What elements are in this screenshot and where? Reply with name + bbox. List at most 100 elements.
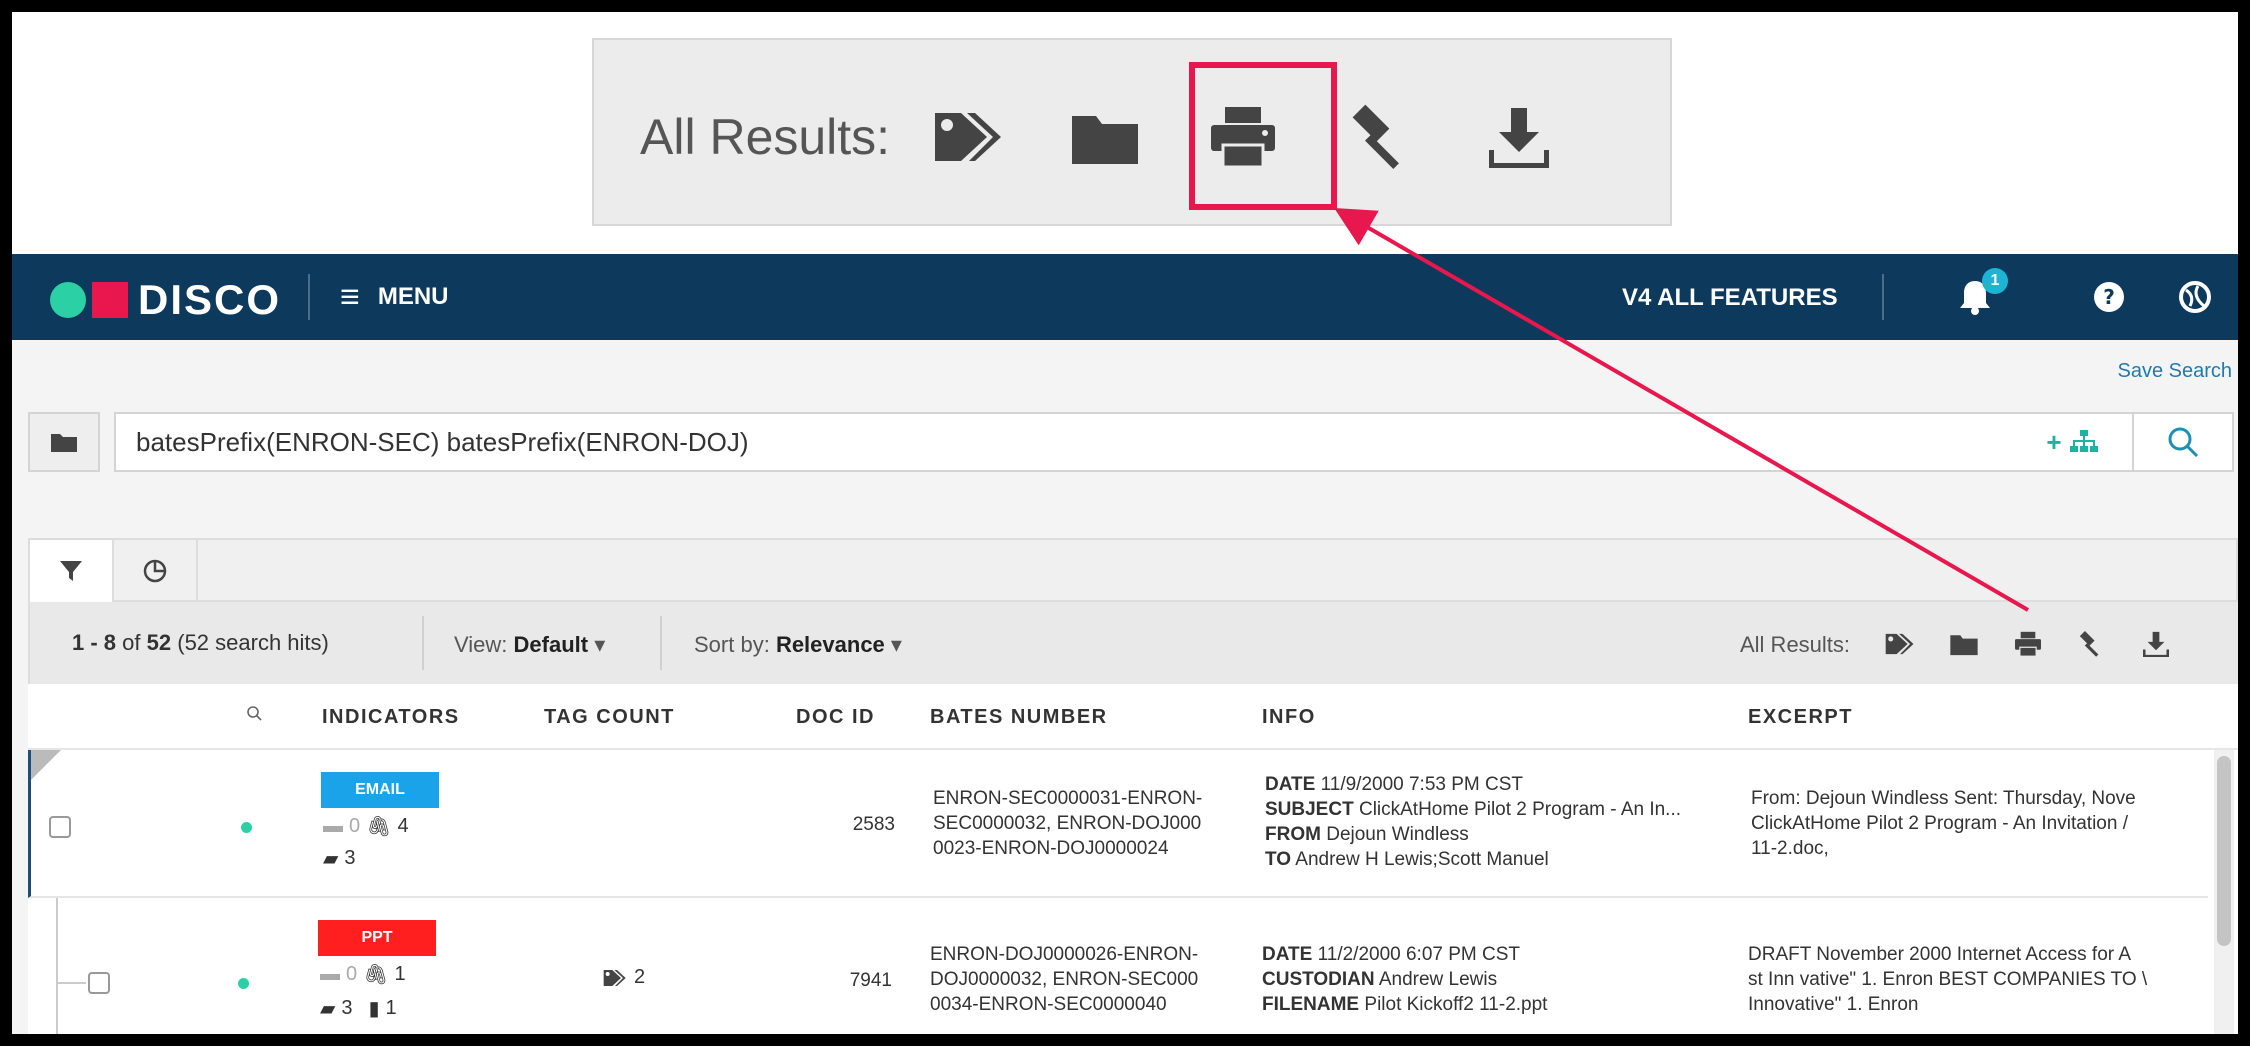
info-value: Dejoun Windless — [1326, 824, 1469, 845]
bates-number: ENRON-DOJ0000026-ENRON- DOJ0000032, ENRO… — [930, 942, 1198, 1017]
sort-label: Sort by: — [694, 632, 770, 657]
folder-count: 3 — [344, 847, 356, 869]
search-button[interactable] — [2132, 414, 2232, 470]
excerpt-line: From: Dejoun Windless Sent: Thursday, No… — [1751, 788, 2136, 809]
info-value: Pilot Kickoff2 11-2.ppt — [1364, 994, 1548, 1015]
scrollbar-thumb[interactable] — [2217, 756, 2231, 946]
account-button[interactable] — [2172, 274, 2218, 320]
header-divider-2 — [1882, 274, 1884, 320]
print-all-button[interactable] — [2006, 622, 2050, 666]
folder-icon — [51, 434, 77, 452]
results-toolbar: 1 - 8 of 52 (52 search hits) View: Defau… — [28, 602, 2238, 684]
comment-icon: ▬ — [320, 963, 340, 985]
folder-open-icon: ▰ — [323, 848, 339, 870]
folder-icon — [1950, 635, 1978, 656]
help-button[interactable]: ? — [2086, 274, 2132, 320]
col-excerpt[interactable]: EXCERPT — [1748, 706, 1853, 729]
all-results-label: All Results: — [1740, 632, 1851, 657]
status-dot — [238, 978, 249, 989]
download-icon[interactable] — [1474, 92, 1564, 182]
features-link[interactable]: V4 ALL FEATURES — [1622, 284, 1838, 312]
toolbar-divider — [422, 616, 424, 670]
col-tag-count[interactable]: TAG COUNT — [544, 706, 675, 729]
attachment-count: 1 — [394, 963, 406, 985]
disco-logo[interactable]: DISCO — [50, 276, 281, 324]
gavel-icon — [2079, 631, 2099, 657]
row-checkbox[interactable] — [88, 972, 110, 994]
doc-excerpt: From: Dejoun Windless Sent: Thursday, No… — [1751, 786, 2191, 861]
excerpt-line: Innovative" 1. Enron — [1748, 994, 1919, 1015]
info-value: 11/9/2000 7:53 PM CST — [1320, 774, 1524, 795]
tags-icon — [603, 969, 626, 986]
toolbar-divider-2 — [660, 616, 662, 670]
row-checkbox[interactable] — [49, 816, 71, 838]
menu-button[interactable]: ≡ MENU — [340, 280, 449, 314]
info-label: FILENAME — [1262, 994, 1360, 1015]
doc-info: DATE 11/2/2000 6:07 PM CST CUSTODIAN And… — [1262, 942, 1547, 1017]
search-bar[interactable]: batesPrefix(ENRON-SEC) batesPrefix(ENRON… — [114, 412, 2234, 472]
print-icon — [2015, 631, 2041, 657]
results-of: of — [122, 630, 141, 655]
folder-all-button[interactable] — [1942, 622, 1986, 666]
screenshot-frame: All Results: DISCO ≡ MENU V4 ALL FEATURE… — [12, 12, 2238, 1034]
search-folder-button[interactable] — [28, 412, 100, 472]
results-hits: (52 search hits) — [177, 630, 329, 655]
main-content: Save Search batesPrefix(ENRON-SEC) bates… — [12, 340, 2238, 1034]
search-column-icon[interactable] — [246, 704, 262, 727]
bates-line: ENRON-DOJ0000026-ENRON- — [930, 944, 1199, 965]
status-dot — [241, 822, 252, 833]
row-indicators: ▬ 0 🖇 4 — [323, 814, 409, 839]
sort-dropdown[interactable]: Sort by: Relevance ▾ — [694, 632, 902, 658]
top-navigation-bar: DISCO ≡ MENU V4 ALL FEATURES 1 ? — [12, 254, 2238, 340]
info-label: SUBJECT — [1265, 799, 1354, 820]
table-row[interactable]: PPT ▬ 0 🖇 1 ▰ 3 ▮ 1 2 7941 ENRON-DOJ0000… — [28, 898, 2208, 1034]
info-label: TO — [1265, 849, 1292, 870]
view-label: View: — [454, 632, 508, 657]
comment-count: 0 — [346, 963, 358, 985]
results-range: 1 - 8 — [72, 630, 117, 655]
doc-count: 1 — [385, 997, 397, 1019]
search-input[interactable]: batesPrefix(ENRON-SEC) batesPrefix(ENRON… — [116, 427, 2012, 458]
logo-dot — [50, 282, 86, 318]
redact-all-button[interactable] — [2070, 622, 2114, 666]
tag-all-button[interactable] — [1878, 622, 1922, 666]
results-scrollbar[interactable] — [2214, 750, 2234, 1034]
excerpt-line: ClickAtHome Pilot 2 Program - An Invitat… — [1751, 813, 2128, 834]
save-search-link[interactable]: Save Search — [2117, 360, 2232, 383]
folder-count: 3 — [341, 997, 353, 1019]
info-line: CUSTODIAN Andrew Lewis — [1262, 967, 1547, 992]
download-all-button[interactable] — [2134, 622, 2178, 666]
zoom-callout: All Results: — [592, 38, 1672, 226]
brand-name: DISCO — [138, 276, 282, 323]
info-line: DATE 11/9/2000 7:53 PM CST — [1265, 772, 1681, 797]
info-value: ClickAtHome Pilot 2 Program - An In... — [1358, 799, 1682, 820]
logo-square — [92, 282, 128, 318]
tags-icon[interactable] — [924, 92, 1014, 182]
comment-count: 0 — [349, 815, 361, 837]
col-bates-number[interactable]: BATES NUMBER — [930, 706, 1108, 729]
info-label: CUSTODIAN — [1262, 969, 1375, 990]
col-indicators[interactable]: INDICATORS — [322, 706, 460, 729]
info-line: FILENAME Pilot Kickoff2 11-2.ppt — [1262, 992, 1547, 1017]
col-info[interactable]: INFO — [1262, 706, 1316, 729]
document-icon: ▮ — [368, 998, 380, 1020]
tab-filters[interactable] — [30, 540, 114, 602]
table-row[interactable]: EMAIL ▬ 0 🖇 4 ▰ 3 2583 ENRON-SEC0000031-… — [28, 750, 2208, 898]
view-dropdown[interactable]: View: Default ▾ — [454, 632, 605, 658]
col-doc-id[interactable]: DOC ID — [796, 706, 875, 729]
notifications-button[interactable]: 1 — [1952, 268, 2008, 320]
doc-type-badge: PPT — [318, 920, 436, 956]
search-builder-button[interactable]: + — [2012, 414, 2132, 470]
tags-icon — [1885, 633, 1914, 655]
folder-icon[interactable] — [1060, 92, 1150, 182]
bates-line: ENRON-SEC0000031-ENRON- — [933, 788, 1203, 809]
info-line: TO Andrew H Lewis;Scott Manuel — [1265, 847, 1681, 872]
tab-analytics[interactable] — [114, 540, 198, 602]
doc-excerpt: DRAFT November 2000 Internet Access for … — [1748, 942, 2188, 1017]
info-label: DATE — [1262, 944, 1313, 965]
attachment-count: 4 — [397, 815, 409, 837]
comment-icon: ▬ — [323, 815, 343, 837]
attachment-icon: 🖇 — [366, 816, 392, 838]
gavel-icon[interactable] — [1338, 92, 1428, 182]
bates-number: ENRON-SEC0000031-ENRON- SEC0000032, ENRO… — [933, 786, 1202, 861]
